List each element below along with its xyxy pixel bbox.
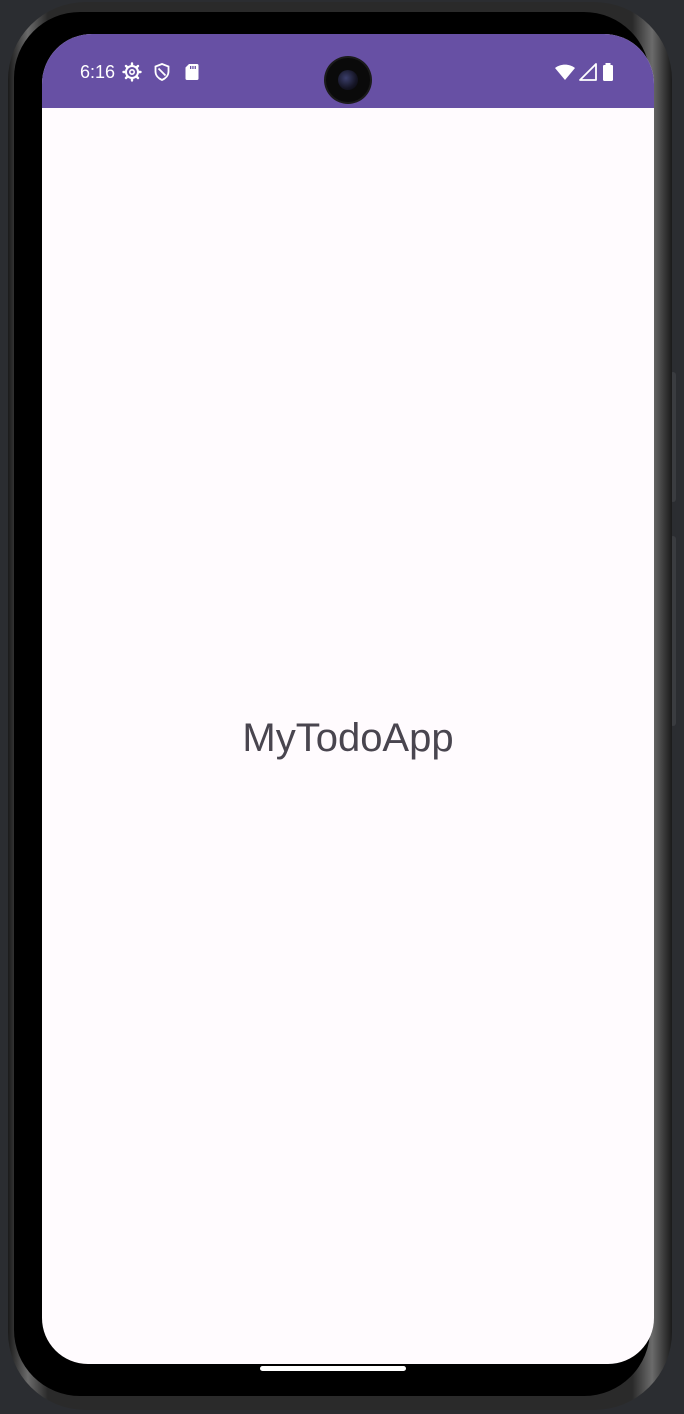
phone-bezel: 6:16 MyTodoApp [14, 12, 654, 1396]
sd-card-icon [185, 64, 199, 80]
home-gesture-bar[interactable] [260, 1366, 406, 1371]
camera-lens [338, 70, 358, 90]
status-time: 6:16 [80, 62, 116, 82]
battery-icon [603, 63, 613, 81]
wifi-icon [555, 64, 575, 80]
front-camera [326, 58, 370, 102]
settings-gear-icon [122, 62, 142, 82]
emulator-canvas: 6:16 MyTodoApp [0, 0, 684, 1414]
shield-icon [154, 63, 170, 81]
device-screen: 6:16 MyTodoApp [42, 34, 654, 1364]
cellular-signal-icon [579, 63, 597, 81]
app-title: MyTodoApp [242, 716, 454, 760]
